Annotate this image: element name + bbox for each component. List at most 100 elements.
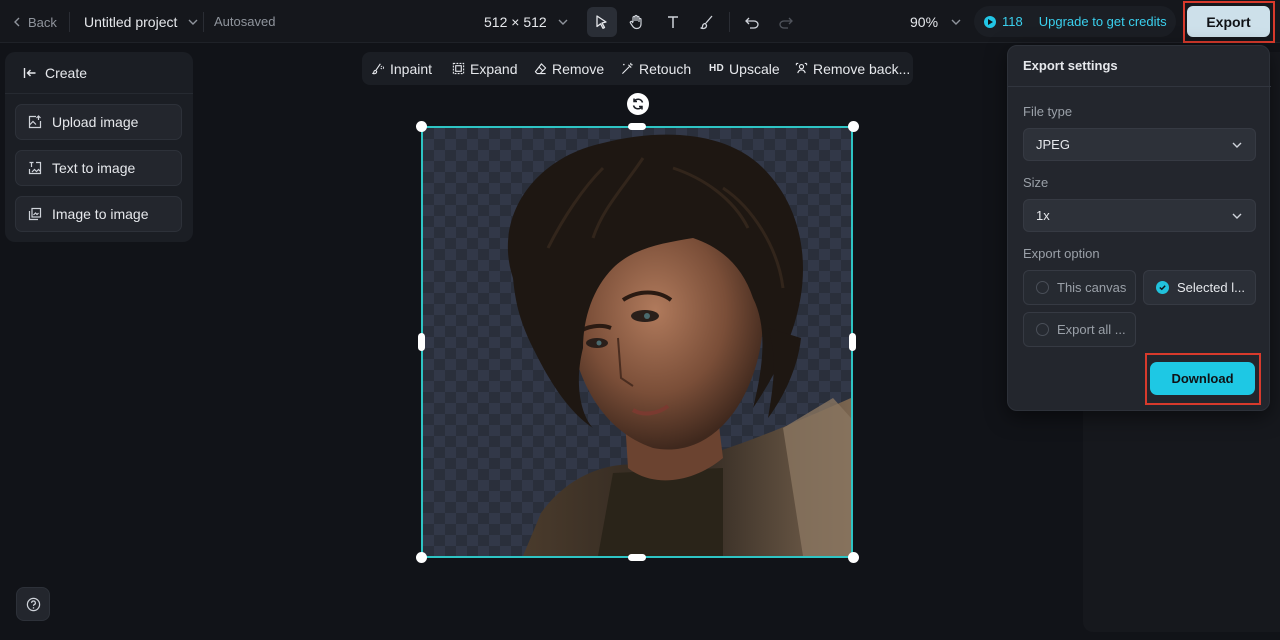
retouch-label: Retouch — [639, 60, 692, 77]
option-export-all[interactable]: Export all ... — [1023, 312, 1136, 347]
remove-label: Remove — [552, 60, 605, 77]
export-option-label: Export option — [1023, 246, 1100, 261]
expand-button[interactable]: Expand — [452, 52, 517, 85]
file-type-label: File type — [1023, 104, 1073, 119]
image-to-image-icon — [28, 207, 42, 221]
create-panel: Create Upload image Text to image Image … — [5, 52, 193, 242]
remove-button[interactable]: Remove — [534, 52, 604, 85]
resize-handle-top-left[interactable] — [416, 121, 427, 132]
option-this-canvas[interactable]: This canvas — [1023, 270, 1136, 305]
hand-pan-icon — [629, 14, 642, 30]
export-settings-title: Export settings — [1023, 58, 1118, 73]
radio-unchecked-icon — [1036, 281, 1049, 294]
back-label: Back — [28, 14, 57, 30]
remove-background-icon — [795, 62, 808, 74]
eraser-icon — [534, 63, 547, 75]
size-value: 1x — [1036, 208, 1050, 223]
resize-handle-top-right[interactable] — [848, 121, 859, 132]
image-edit-toolbar: Inpaint Expand Remove Retouch HD Upscale… — [362, 52, 913, 85]
hand-tool-button[interactable] — [621, 7, 651, 37]
resize-handle-right[interactable] — [849, 333, 856, 351]
image-to-image-label: Image to image — [52, 206, 149, 222]
text-tool-button[interactable] — [658, 7, 688, 37]
collapse-left-icon — [23, 68, 36, 78]
credits-count: 118 — [1002, 14, 1023, 29]
remove-background-label: Remove back... — [813, 60, 911, 77]
brush-tool-button[interactable] — [692, 7, 722, 37]
text-to-image-icon — [28, 161, 42, 175]
credits-coin-icon — [984, 15, 996, 28]
select-pointer-icon — [596, 15, 607, 29]
image-to-image-button[interactable]: Image to image — [15, 196, 182, 232]
brush-icon — [700, 15, 713, 30]
rotate-icon — [632, 98, 644, 110]
divider — [203, 12, 204, 32]
canvas-size: 512 × 512 — [484, 14, 547, 30]
hd-icon: HD — [709, 63, 725, 74]
resize-handle-top[interactable] — [628, 123, 646, 130]
upgrade-label: Upgrade to get credits — [1038, 14, 1167, 29]
zoom-dropdown[interactable]: 90% — [910, 12, 962, 32]
divider — [1008, 86, 1271, 87]
option-label: Export all ... — [1057, 322, 1126, 337]
text-icon — [668, 16, 678, 28]
canvas-image[interactable] — [421, 126, 853, 558]
undo-button[interactable] — [737, 7, 767, 37]
chevron-down-icon — [951, 19, 961, 25]
text-to-image-label: Text to image — [52, 160, 136, 176]
option-label: This canvas — [1057, 280, 1127, 295]
project-name: Untitled project — [84, 14, 178, 30]
resize-handle-bottom-right[interactable] — [848, 552, 859, 563]
retouch-button[interactable]: Retouch — [621, 52, 691, 85]
remove-background-button[interactable]: Remove back... — [795, 52, 910, 85]
project-name-dropdown[interactable]: Untitled project — [84, 12, 199, 32]
expand-icon — [452, 62, 465, 75]
upload-image-label: Upload image — [52, 114, 139, 130]
radio-checked-icon — [1156, 281, 1169, 294]
upscale-label: Upscale — [729, 60, 780, 77]
upscale-button[interactable]: HD Upscale — [709, 52, 780, 85]
rotate-button[interactable] — [627, 93, 649, 115]
zoom-level: 90% — [910, 14, 939, 30]
top-bar: Back Untitled project Autosaved 512 × 51… — [0, 0, 1280, 43]
size-label: Size — [1023, 175, 1049, 190]
download-button-highlight — [1145, 353, 1261, 405]
redo-button[interactable] — [771, 7, 801, 37]
create-header: Create — [45, 65, 88, 81]
create-collapse-button[interactable]: Create — [23, 65, 87, 81]
chevron-down-icon — [1232, 213, 1242, 219]
inpaint-icon — [372, 63, 385, 75]
portrait-image — [507, 134, 851, 556]
chevron-left-icon — [14, 17, 20, 27]
chevron-down-icon — [188, 19, 198, 25]
upload-image-button[interactable]: Upload image — [15, 104, 182, 140]
back-button[interactable]: Back — [12, 12, 57, 32]
text-to-image-button[interactable]: Text to image — [15, 150, 182, 186]
chevron-down-icon — [1232, 142, 1242, 148]
file-type-value: JPEG — [1036, 137, 1070, 152]
redo-icon — [779, 17, 793, 29]
size-select[interactable]: 1x — [1023, 199, 1256, 232]
select-tool-button[interactable] — [587, 7, 617, 37]
resize-handle-left[interactable] — [418, 333, 425, 351]
option-selected-layers[interactable]: Selected l... — [1143, 270, 1256, 305]
inpaint-button[interactable]: Inpaint — [372, 52, 432, 85]
export-button-highlight — [1183, 1, 1275, 43]
resize-handle-bottom[interactable] — [628, 554, 646, 561]
undo-icon — [745, 17, 759, 29]
option-label: Selected l... — [1177, 280, 1245, 295]
save-status: Autosaved — [214, 14, 276, 29]
credits-upgrade-button[interactable]: 118 Upgrade to get credits — [974, 6, 1176, 37]
radio-unchecked-icon — [1036, 323, 1049, 336]
divider — [69, 12, 70, 32]
divider — [5, 93, 193, 94]
help-button[interactable] — [16, 587, 50, 621]
expand-label: Expand — [470, 60, 518, 77]
file-type-select[interactable]: JPEG — [1023, 128, 1256, 161]
inpaint-label: Inpaint — [390, 60, 433, 77]
help-question-icon — [26, 597, 40, 611]
resize-handle-bottom-left[interactable] — [416, 552, 427, 563]
retouch-wand-icon — [621, 62, 633, 75]
divider — [729, 12, 730, 32]
canvas-size-dropdown[interactable]: 512 × 512 — [484, 12, 569, 32]
